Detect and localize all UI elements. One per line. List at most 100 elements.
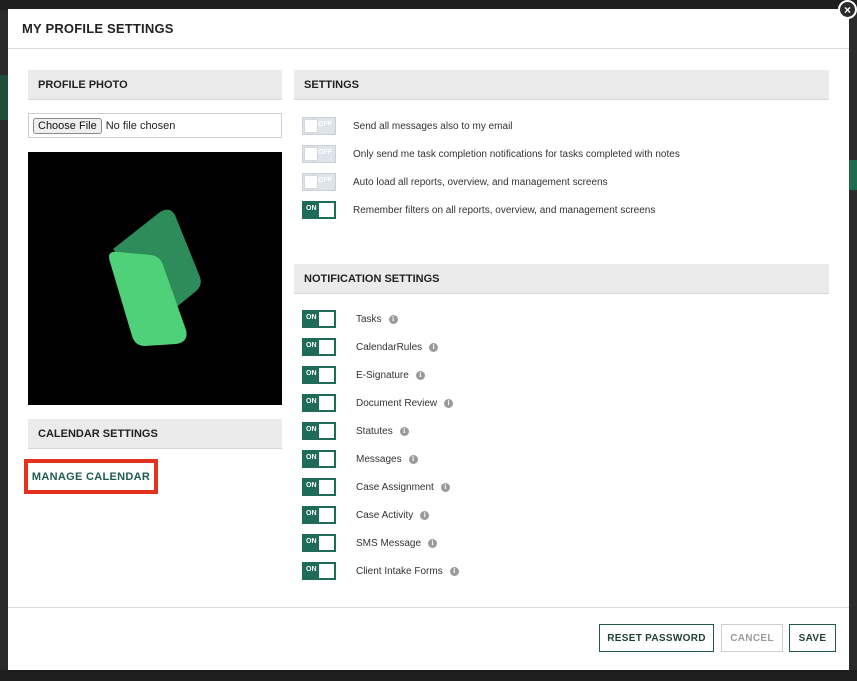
file-input[interactable]: Choose File No file chosen (28, 113, 282, 138)
no-file-text: No file chosen (105, 119, 176, 132)
notification-settings-heading: NOTIFICATION SETTINGS (294, 264, 829, 294)
settings-heading: SETTINGS (294, 70, 829, 100)
toggle-switch[interactable]: ON (302, 394, 336, 412)
profile-photo (28, 152, 282, 405)
info-icon[interactable]: i (408, 454, 418, 464)
notification-row: ON E-Signature i (294, 361, 829, 389)
toggle-state-text: ON (306, 510, 317, 517)
notification-label: CalendarRules (356, 341, 423, 353)
settings-list: OFF Send all messages also to my email O… (294, 112, 829, 224)
notification-label: Statutes (356, 425, 393, 437)
info-icon[interactable]: i (388, 314, 398, 324)
toggle-switch[interactable]: ON (302, 478, 336, 496)
toggle-switch[interactable]: ON (302, 422, 336, 440)
modal-header: MY PROFILE SETTINGS (8, 9, 849, 49)
notification-label: Case Activity (356, 509, 414, 521)
toggle-switch[interactable]: ON (302, 534, 336, 552)
setting-label: Auto load all reports, overview, and man… (353, 176, 608, 188)
setting-label: Send all messages also to my email (353, 120, 513, 132)
toggle-knob (304, 119, 318, 133)
toggle-state-text: ON (306, 314, 317, 321)
toggle-state-text: ON (306, 398, 317, 405)
toggle-knob (319, 368, 334, 382)
right-column: SETTINGS OFF Send all messages also to m… (294, 70, 829, 585)
toggle-knob (319, 203, 334, 217)
setting-label: Only send me task completion notificatio… (353, 148, 680, 160)
info-icon[interactable]: i (420, 510, 430, 520)
cancel-button[interactable]: CANCEL (721, 624, 783, 652)
toggle-knob (319, 480, 334, 494)
notification-label: E-Signature (356, 369, 409, 381)
info-icon[interactable]: i (429, 342, 439, 352)
toggle-switch[interactable]: ON (302, 201, 336, 219)
calendar-settings-heading: CALENDAR SETTINGS (28, 419, 282, 449)
info-icon[interactable]: i (444, 398, 454, 408)
info-icon[interactable]: i (415, 370, 425, 380)
toggle-switch[interactable]: ON (302, 506, 336, 524)
toggle-switch[interactable]: ON (302, 366, 336, 384)
notification-label: Client Intake Forms (356, 565, 443, 577)
info-icon[interactable]: i (428, 538, 438, 548)
notification-label: SMS Message (356, 537, 422, 549)
toggle-state-text: ON (306, 482, 317, 489)
toggle-switch[interactable]: ON (302, 310, 336, 328)
toggle-switch[interactable]: OFF (302, 173, 336, 191)
info-icon[interactable]: i (449, 566, 459, 576)
choose-file-button[interactable]: Choose File (33, 117, 102, 134)
toggle-state-text: OFF (318, 121, 332, 128)
toggle-switch[interactable]: OFF (302, 145, 336, 163)
toggle-switch[interactable]: ON (302, 562, 336, 580)
toggle-knob (319, 564, 334, 578)
reset-password-button[interactable]: RESET PASSWORD (599, 624, 714, 652)
notification-row: ON Client Intake Forms i (294, 557, 829, 585)
toggle-knob (319, 508, 334, 522)
notification-label: Case Assignment (356, 481, 434, 493)
notification-row: ON SMS Message i (294, 529, 829, 557)
background-page-bottom (0, 670, 857, 681)
setting-label: Remember filters on all reports, overvie… (353, 204, 656, 216)
notification-row: ON Case Assignment i (294, 473, 829, 501)
toggle-knob (304, 147, 318, 161)
setting-row: OFF Only send me task completion notific… (294, 140, 829, 168)
logo-icon (109, 209, 201, 346)
toggle-state-text: ON (306, 205, 317, 212)
background-page-accent-right (849, 160, 857, 190)
notification-label: Tasks (356, 313, 382, 325)
toggle-switch[interactable]: ON (302, 338, 336, 356)
toggle-knob (319, 396, 334, 410)
setting-row: ON Remember filters on all reports, over… (294, 196, 829, 224)
profile-settings-modal: MY PROFILE SETTINGS PROFILE PHOTO Choose… (8, 9, 849, 670)
setting-row: OFF Send all messages also to my email (294, 112, 829, 140)
save-button[interactable]: SAVE (789, 624, 836, 652)
notification-list: ON Tasks i ON CalendarRules i ON E-Signa… (294, 305, 829, 585)
toggle-state-text: ON (306, 454, 317, 461)
notification-row: ON CalendarRules i (294, 333, 829, 361)
info-icon[interactable]: i (399, 426, 409, 436)
toggle-state-text: OFF (318, 149, 332, 156)
toggle-knob (319, 340, 334, 354)
profile-photo-heading: PROFILE PHOTO (28, 70, 282, 100)
notification-row: ON Messages i (294, 445, 829, 473)
notification-label: Messages (356, 453, 402, 465)
toggle-state-text: ON (306, 342, 317, 349)
toggle-state-text: ON (306, 566, 317, 573)
toggle-knob (319, 536, 334, 550)
notification-label: Document Review (356, 397, 438, 409)
toggle-switch[interactable]: ON (302, 450, 336, 468)
toggle-knob (319, 424, 334, 438)
toggle-knob (319, 312, 334, 326)
notification-row: ON Tasks i (294, 305, 829, 333)
toggle-state-text: OFF (318, 177, 332, 184)
toggle-state-text: ON (306, 426, 317, 433)
setting-row: OFF Auto load all reports, overview, and… (294, 168, 829, 196)
modal-title: MY PROFILE SETTINGS (22, 21, 174, 36)
toggle-knob (304, 175, 318, 189)
notification-row: ON Document Review i (294, 389, 829, 417)
left-column: PROFILE PHOTO Choose File No file chosen… (24, 70, 282, 494)
toggle-switch[interactable]: OFF (302, 117, 336, 135)
notification-row: ON Statutes i (294, 417, 829, 445)
info-icon[interactable]: i (440, 482, 450, 492)
manage-calendar-link[interactable]: MANAGE CALENDAR (24, 459, 158, 494)
close-icon[interactable]: × (838, 0, 857, 19)
notification-row: ON Case Activity i (294, 501, 829, 529)
